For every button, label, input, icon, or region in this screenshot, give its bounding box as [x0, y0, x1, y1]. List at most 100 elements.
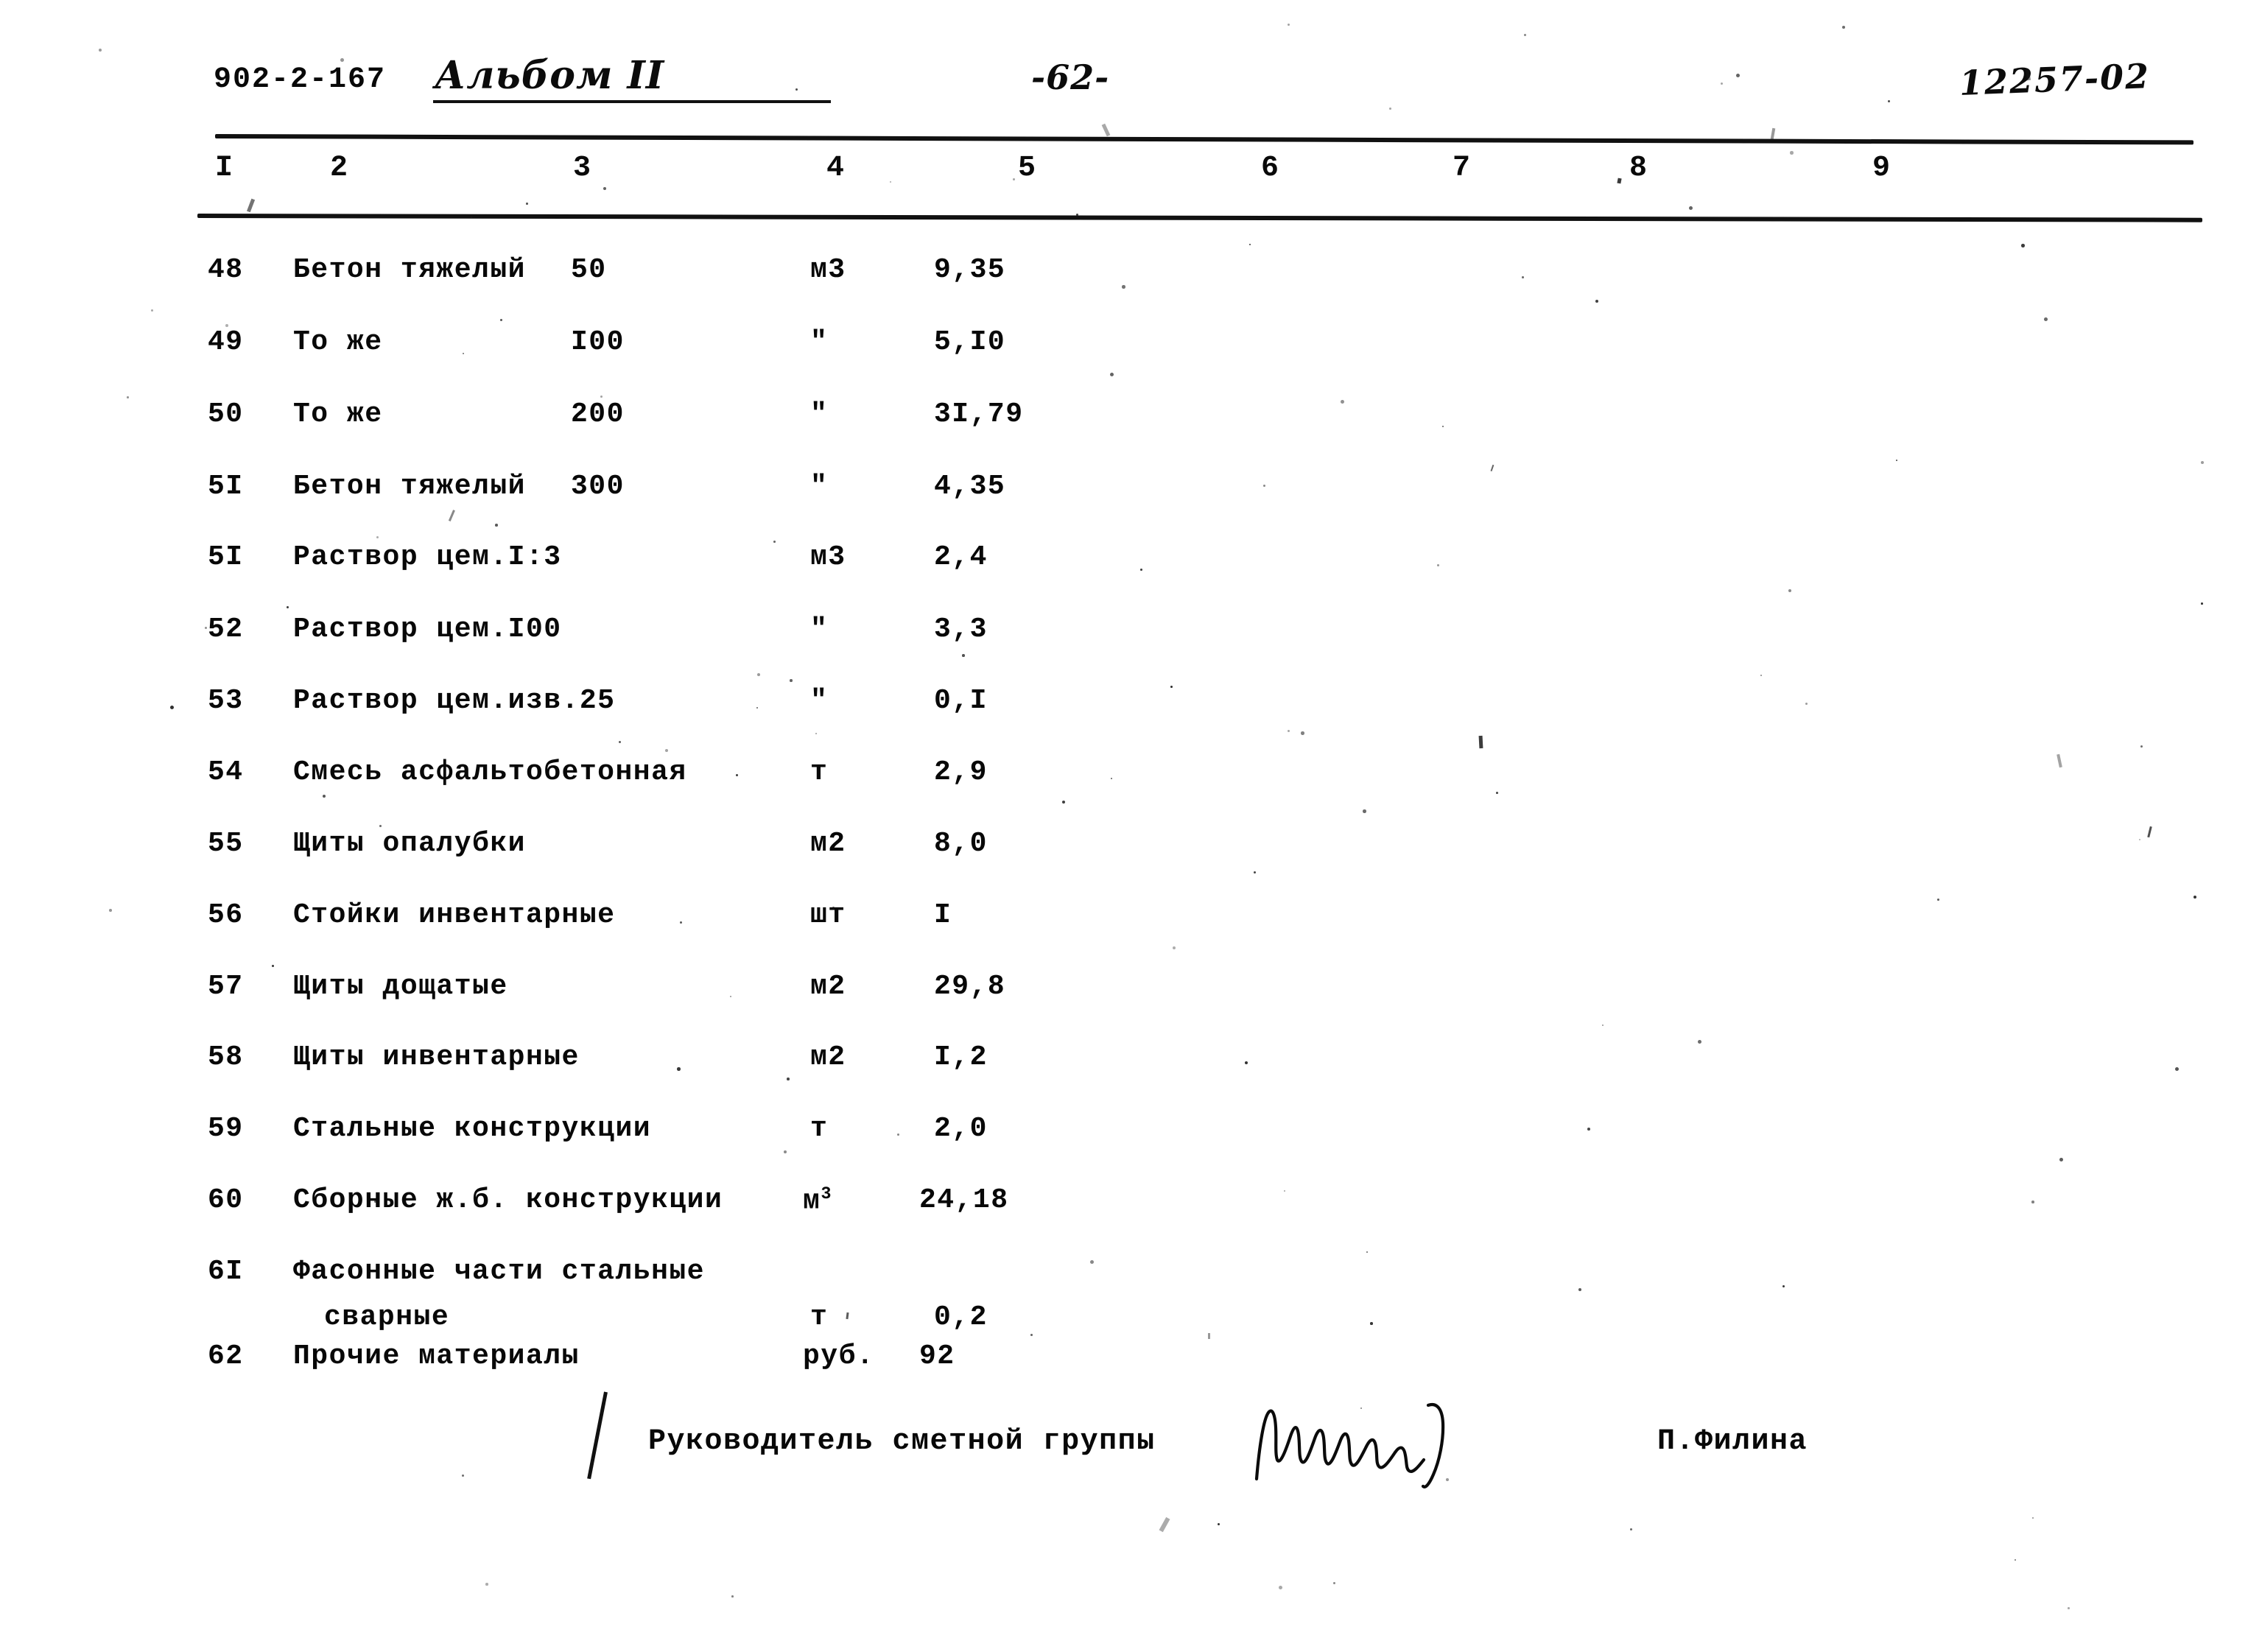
scan-speck: [1736, 74, 1740, 77]
scan-speck: [787, 1078, 790, 1080]
row-quantity: I: [934, 899, 952, 931]
scan-speck: [1524, 34, 1526, 36]
row-number: 52: [208, 614, 244, 645]
row-material-name: Сборные ж.б. конструкции: [293, 1184, 723, 1216]
row-unit: ": [810, 614, 829, 645]
row-material-name: Прочие материалы: [293, 1340, 580, 1372]
row-quantity: 2,4: [934, 541, 988, 573]
row-quantity: 3,3: [934, 614, 988, 645]
scan-speck: [1030, 1334, 1033, 1336]
row-quantity: 24,18: [919, 1184, 1009, 1216]
row-unit: ": [810, 326, 829, 358]
scan-speck: [1937, 899, 1939, 901]
row-unit: т: [810, 1301, 829, 1333]
scan-speck: [500, 319, 502, 321]
row-number: 54: [208, 756, 244, 788]
row-unit: м3: [803, 1184, 832, 1217]
row-quantity: 4,35: [934, 471, 1006, 502]
scan-speck: [890, 181, 891, 183]
scan-speck: [665, 749, 668, 752]
row-material-name: Фасонные части стальные: [293, 1256, 705, 1287]
scan-speck: [1254, 871, 1256, 874]
row-material-name: То же: [293, 398, 383, 430]
scan-speck: [170, 706, 174, 709]
scan-speck: [731, 1595, 734, 1597]
scan-speck: [2175, 1067, 2179, 1071]
scan-speck: [495, 524, 498, 527]
scan-speck: [2201, 602, 2203, 605]
scan-speck: [1110, 373, 1114, 376]
row-number: 49: [208, 326, 244, 358]
row-unit: т: [810, 1113, 829, 1145]
scan-speck: [1522, 276, 1524, 278]
row-number: 60: [208, 1184, 244, 1216]
scan-speck: [109, 909, 112, 912]
row-unit: ": [810, 685, 829, 717]
scan-speck: [272, 965, 274, 967]
scan-speck: [1689, 206, 1693, 210]
scan-speck: [485, 1583, 488, 1586]
row-material-name: Бетон тяжелый: [293, 254, 526, 286]
scan-speck: [1366, 1251, 1368, 1253]
scan-speck: [379, 825, 382, 827]
row-number: 56: [208, 899, 244, 931]
row-unit: м3: [810, 541, 846, 573]
row-material-name: Стойки инвентарные: [293, 899, 616, 931]
row-quantity: 2,9: [934, 756, 988, 788]
row-quantity: 3I,79: [934, 398, 1024, 430]
scan-speck: [1263, 485, 1265, 487]
row-quantity: 0,I: [934, 685, 988, 717]
scan-speck: [2044, 317, 2048, 321]
row-quantity: 92: [919, 1340, 955, 1372]
scan-speck: [1090, 1260, 1094, 1264]
scan-speck: [1389, 108, 1391, 110]
scan-speck: [1437, 564, 1439, 566]
row-grade: 50: [571, 254, 607, 286]
row-number: 5I: [208, 541, 244, 573]
row-grade: 300: [571, 471, 625, 502]
row-quantity: 2,0: [934, 1113, 988, 1145]
scan-speck: [526, 203, 528, 205]
row-number: 59: [208, 1113, 244, 1145]
scan-speck: [2031, 1201, 2034, 1203]
row-material-name: То же: [293, 326, 383, 358]
row-number: 58: [208, 1041, 244, 1073]
scan-speck: [1782, 1285, 1785, 1287]
row-material-name: Бетон тяжелый: [293, 471, 526, 502]
row-quantity: 29,8: [934, 971, 1006, 1002]
scan-speck: [323, 795, 326, 798]
scan-speck: [1698, 1040, 1701, 1044]
row-material-name: Щиты инвентарные: [293, 1041, 580, 1073]
scan-speck: [2059, 1158, 2063, 1161]
row-quantity: 5,I0: [934, 326, 1006, 358]
scan-speck: [1587, 1128, 1590, 1131]
scan-speck: [1170, 686, 1173, 688]
row-unit: м2: [810, 828, 846, 860]
scan-speck: [1496, 792, 1498, 794]
scan-speck: [127, 396, 129, 398]
row-material-name: Раствор цем.I00: [293, 614, 562, 645]
row-quantity: 9,35: [934, 254, 1006, 286]
scan-speck: [225, 324, 228, 327]
scan-speck: [340, 58, 344, 62]
document-page: 902-2-167 Альбом II -62- 12257-02 I23456…: [0, 0, 2262, 1652]
row-material-name: Раствор цем.I:3: [293, 541, 562, 573]
scan-speck: [2021, 244, 2025, 247]
row-number: 57: [208, 971, 244, 1002]
row-quantity: 0,2: [934, 1301, 988, 1333]
scan-speck: [1790, 151, 1794, 155]
row-material-name: Щиты опалубки: [293, 828, 526, 860]
row-number: 53: [208, 685, 244, 717]
scan-speck: [1478, 735, 1483, 748]
row-number: 55: [208, 828, 244, 860]
row-unit: т: [810, 756, 829, 788]
row-unit: м2: [810, 1041, 846, 1073]
scan-speck: [962, 654, 965, 657]
row-material-name: Щиты дощатые: [293, 971, 508, 1002]
row-unit: м3: [810, 254, 846, 286]
row-unit: м2: [810, 971, 846, 1002]
scan-speck: [99, 49, 102, 52]
scan-speck: [603, 187, 606, 190]
scan-speck: [1013, 178, 1015, 180]
row-material-name-cont: сварные: [324, 1301, 450, 1333]
